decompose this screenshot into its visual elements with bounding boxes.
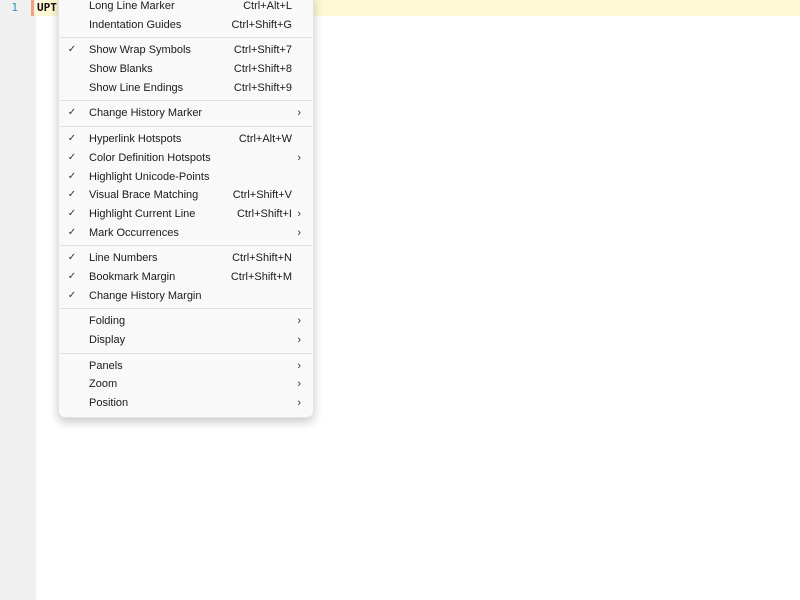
menu-item-line-numbers[interactable]: ✓ Line Numbers Ctrl+Shift+N: [59, 249, 313, 268]
checkmark-icon: ✓: [67, 226, 77, 238]
menu-item-mark-occurrences[interactable]: ✓ Mark Occurrences ›: [59, 224, 313, 243]
menu-item-label: Zoom: [89, 378, 118, 391]
menu-item-panels[interactable]: Panels ›: [59, 357, 313, 376]
menu-item-label: Change History Marker: [89, 107, 203, 120]
menu-item-label: Long Line Marker: [89, 0, 175, 12]
menu-item-label: Hyperlink Hotspots: [89, 133, 182, 146]
chevron-right-icon: ›: [297, 107, 301, 120]
chevron-right-icon: ›: [297, 334, 301, 346]
menu-separator: [60, 126, 312, 128]
menu-separator: [60, 308, 312, 310]
menu-item-label: Change History Margin: [89, 289, 202, 302]
checkmark-icon: ✓: [67, 207, 77, 219]
menu-item-bookmark-margin[interactable]: ✓ Bookmark Margin Ctrl+Shift+M: [59, 268, 313, 287]
menu-item-label: Show Wrap Symbols: [89, 44, 191, 57]
menu-separator: [60, 245, 312, 247]
menu-item-label: Show Line Endings: [89, 81, 184, 94]
menu-item-label: Show Blanks: [89, 63, 153, 76]
menu-item-change-history-margin[interactable]: ✓ Change History Margin: [59, 287, 313, 306]
checkmark-icon: ✓: [67, 189, 77, 201]
checkmark-icon: ✓: [67, 44, 77, 56]
menu-item-folding[interactable]: Folding ›: [59, 312, 313, 331]
menu-item-hyperlink-hotspots[interactable]: ✓ Hyperlink Hotspots Ctrl+Alt+W: [59, 130, 313, 149]
menu-item-highlight-current-line[interactable]: ✓ Highlight Current Line Ctrl+Shift+I ›: [59, 205, 313, 224]
menu-item-label: Mark Occurrences: [89, 226, 179, 239]
menu-item-label: Display: [89, 334, 126, 346]
menu-item-label: Color Definition Hotspots: [89, 151, 211, 164]
menu-item-show-line-endings[interactable]: Show Line Endings Ctrl+Shift+9: [59, 79, 313, 98]
menu-item-shortcut: Ctrl+Alt+L: [243, 0, 292, 12]
line-number: 1: [11, 1, 18, 14]
chevron-right-icon: ›: [297, 151, 301, 164]
menu-item-label: Line Numbers: [89, 252, 158, 265]
menu-item-label: Highlight Current Line: [89, 207, 196, 220]
menu-item-label: Visual Brace Matching: [89, 189, 199, 202]
menu-item-label: Indentation Guides: [89, 18, 182, 31]
menu-separator: [60, 352, 312, 354]
menu-item-zoom[interactable]: Zoom ›: [59, 375, 313, 394]
checkmark-icon: ✓: [67, 151, 77, 163]
change-history-marker: [31, 0, 34, 16]
menu-item-label: Highlight Unicode-Points: [89, 170, 210, 183]
menu-item-shortcut: Ctrl+Shift+N: [232, 252, 292, 265]
chevron-right-icon: ›: [297, 378, 301, 391]
menu-item-shortcut: Ctrl+Shift+M: [230, 270, 292, 283]
menu-separator: [60, 100, 312, 102]
menu-item-label: Position: [89, 397, 129, 410]
checkmark-icon: ✓: [67, 133, 77, 145]
menu-item-visual-brace-matching[interactable]: ✓ Visual Brace Matching Ctrl+Shift+V: [59, 186, 313, 205]
menu-item-show-wrap-symbols[interactable]: ✓ Show Wrap Symbols Ctrl+Shift+7: [59, 41, 313, 60]
checkmark-icon: ✓: [67, 107, 77, 119]
chevron-right-icon: ›: [297, 359, 301, 372]
menu-item-label: Panels: [89, 359, 123, 372]
menu-item-position[interactable]: Position ›: [59, 394, 313, 413]
menu-item-change-history-marker[interactable]: ✓ Change History Marker ›: [59, 104, 313, 123]
menu-item-long-line-marker[interactable]: Long Line Marker Ctrl+Alt+L: [59, 0, 313, 16]
menu-item-label: Folding: [89, 315, 126, 328]
chevron-right-icon: ›: [297, 315, 301, 328]
menu-item-show-blanks[interactable]: Show Blanks Ctrl+Shift+8: [59, 60, 313, 79]
line-number-gutter[interactable]: 1: [0, 0, 36, 600]
menu-item-label: Bookmark Margin: [89, 270, 176, 283]
chevron-right-icon: ›: [297, 226, 301, 239]
menu-item-highlight-unicode-points[interactable]: ✓ Highlight Unicode-Points: [59, 168, 313, 187]
menu-item-shortcut: Ctrl+Shift+I: [236, 207, 292, 220]
chevron-right-icon: ›: [297, 397, 301, 410]
menu-item-shortcut: Ctrl+Shift+9: [233, 81, 292, 94]
menu-item-display[interactable]: Display ›: [59, 331, 313, 350]
menu-item-shortcut: Ctrl+Alt+W: [238, 133, 292, 146]
view-menu: Long Line Marker Ctrl+Alt+L Indentation Gu…: [58, 0, 314, 418]
checkmark-icon: ✓: [67, 289, 77, 301]
menu-item-shortcut: Ctrl+Shift+G: [231, 18, 292, 31]
menu-item-indentation-guides[interactable]: Indentation Guides Ctrl+Shift+G: [59, 16, 313, 35]
menu-separator: [60, 37, 312, 39]
menu-item-shortcut: Ctrl+Shift+7: [233, 44, 292, 57]
menu-item-shortcut: Ctrl+Shift+V: [232, 189, 292, 202]
checkmark-icon: ✓: [67, 170, 77, 182]
checkmark-icon: ✓: [67, 270, 77, 282]
menu-item-color-definition-hotspots[interactable]: ✓ Color Definition Hotspots ›: [59, 149, 313, 168]
checkmark-icon: ✓: [67, 252, 77, 264]
menu-item-shortcut: Ctrl+Shift+8: [233, 63, 292, 76]
editor-line-text[interactable]: UPT: [37, 0, 57, 16]
chevron-right-icon: ›: [297, 207, 301, 220]
